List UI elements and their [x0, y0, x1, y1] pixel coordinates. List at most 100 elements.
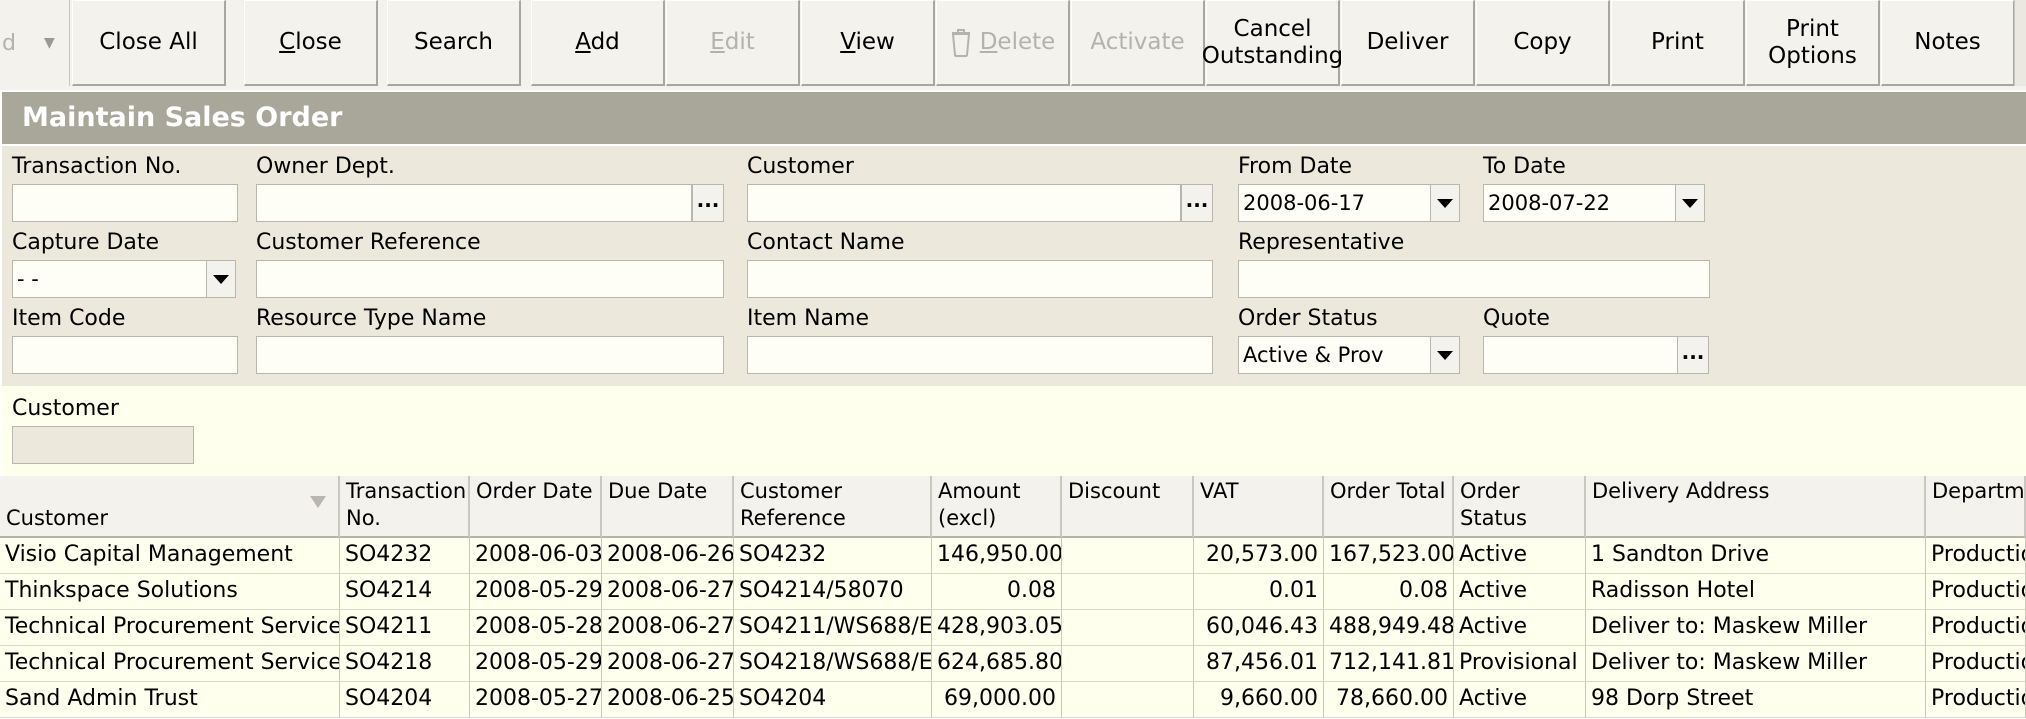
table-row[interactable]: Technical Procurement Services SO4211 20…: [0, 610, 2026, 646]
from-date-label: From Date: [1238, 154, 1353, 179]
activate-button[interactable]: Activate: [1071, 0, 1205, 86]
customer-reference-input[interactable]: [256, 260, 724, 298]
column-header-transaction-no[interactable]: Transaction No.: [340, 476, 470, 538]
cell-delivery-address: Radisson Hotel: [1586, 574, 1926, 610]
cell-department: Productio: [1926, 538, 2026, 574]
transaction-no-input[interactable]: [12, 184, 238, 222]
owner-dept-input[interactable]: [256, 184, 692, 222]
column-header-department[interactable]: Departme: [1926, 476, 2026, 538]
quote-label: Quote: [1483, 306, 1550, 331]
cell-delivery-address: Deliver to: Maskew Miller: [1586, 610, 1926, 646]
chevron-down-icon: [213, 274, 229, 284]
delete-button[interactable]: Delete: [936, 0, 1070, 86]
close-all-button[interactable]: Close All: [72, 0, 226, 86]
column-header-due-date[interactable]: Due Date: [602, 476, 734, 538]
view-button[interactable]: View: [801, 0, 935, 86]
item-code-input[interactable]: [12, 336, 238, 374]
cancel-outstanding-button[interactable]: Cancel Outstanding: [1202, 0, 1343, 86]
order-status-dropdown-button[interactable]: [1430, 336, 1460, 374]
column-header-customer[interactable]: Customer: [0, 476, 340, 538]
transaction-no-label: Transaction No.: [12, 154, 182, 179]
cell-transaction-no: SO4211: [340, 610, 470, 646]
column-header-customer-label: Customer: [6, 506, 109, 530]
customer-input[interactable]: [747, 184, 1181, 222]
search-button[interactable]: Search: [387, 0, 521, 86]
edit-label: Edit: [710, 29, 755, 55]
cell-customer-reference: SO4211/WS688/E: [734, 610, 932, 646]
cell-department: Productio: [1926, 646, 2026, 682]
representative-input[interactable]: [1238, 260, 1710, 298]
column-header-order-date[interactable]: Order Date: [470, 476, 602, 538]
cell-order-total: 78,660.00: [1324, 682, 1454, 718]
view-label: View: [840, 29, 895, 55]
cell-order-status: Active: [1454, 574, 1586, 610]
contact-name-input[interactable]: [747, 260, 1213, 298]
deliver-label: Deliver: [1366, 29, 1449, 55]
representative-label: Representative: [1238, 230, 1405, 255]
cell-amount-excl: 146,950.00: [932, 538, 1062, 574]
cell-vat: 87,456.01: [1194, 646, 1324, 682]
notes-button[interactable]: Notes: [1881, 0, 2015, 86]
cell-transaction-no: SO4204: [340, 682, 470, 718]
cell-customer-reference: SO4218/WS688/E: [734, 646, 932, 682]
capture-date-dropdown-button[interactable]: [206, 260, 236, 298]
order-status-select[interactable]: Active & Prov: [1238, 336, 1432, 374]
cell-amount-excl: 0.08: [932, 574, 1062, 610]
cell-order-total: 167,523.00: [1324, 538, 1454, 574]
column-header-delivery-address[interactable]: Delivery Address: [1586, 476, 1926, 538]
cell-discount: [1062, 610, 1194, 646]
print-button[interactable]: Print: [1611, 0, 1745, 86]
sales-order-grid: Customer Transaction No. Order Date Due …: [0, 476, 2026, 719]
column-header-amount-excl[interactable]: Amount (excl): [932, 476, 1062, 538]
column-header-order-status[interactable]: Order Status: [1454, 476, 1586, 538]
column-header-discount[interactable]: Discount: [1062, 476, 1194, 538]
from-date-dropdown-button[interactable]: [1430, 184, 1460, 222]
cell-transaction-no: SO4214: [340, 574, 470, 610]
cell-delivery-address: Deliver to: Maskew Miller: [1586, 646, 1926, 682]
table-row[interactable]: Thinkspace Solutions SO4214 2008-05-29 2…: [0, 574, 2026, 610]
to-date-dropdown-button[interactable]: [1675, 184, 1705, 222]
print-options-button[interactable]: Print Options: [1746, 0, 1880, 86]
close-button[interactable]: Close: [244, 0, 378, 86]
cell-delivery-address: 1 Sandton Drive: [1586, 538, 1926, 574]
column-header-customer-reference[interactable]: Customer Reference: [734, 476, 932, 538]
resource-type-name-input[interactable]: [256, 336, 724, 374]
cell-order-status: Active: [1454, 538, 1586, 574]
cell-amount-excl: 624,685.80: [932, 646, 1062, 682]
from-date-input[interactable]: 2008-06-17: [1238, 184, 1432, 222]
chevron-down-icon: [1437, 198, 1453, 208]
cell-due-date: 2008-06-26: [602, 538, 734, 574]
toolbar-scrollbar[interactable]: [2014, 0, 2026, 86]
cell-department: Productio: [1926, 682, 2026, 718]
item-name-input[interactable]: [747, 336, 1213, 374]
add-button[interactable]: Add: [531, 0, 665, 86]
table-row[interactable]: Technical Procurement Services SO4218 20…: [0, 646, 2026, 682]
copy-button[interactable]: Copy: [1476, 0, 1610, 86]
owner-dept-lookup-button[interactable]: ...: [692, 184, 724, 222]
customer-summary-label: Customer: [12, 396, 119, 421]
deliver-button[interactable]: Deliver: [1341, 0, 1475, 86]
search-label: Search: [413, 29, 494, 55]
cell-customer: Thinkspace Solutions: [0, 574, 340, 610]
quote-input[interactable]: [1483, 336, 1679, 374]
capture-date-input[interactable]: - -: [12, 260, 208, 298]
toolbar-overflow-dropdown[interactable]: d ▼: [0, 0, 70, 86]
customer-lookup-button[interactable]: ...: [1181, 184, 1213, 222]
customer-summary-field: [12, 426, 194, 464]
table-row[interactable]: Visio Capital Management SO4232 2008-06-…: [0, 538, 2026, 574]
cell-discount: [1062, 682, 1194, 718]
owner-dept-label: Owner Dept.: [256, 154, 395, 179]
to-date-input[interactable]: 2008-07-22: [1483, 184, 1677, 222]
table-row[interactable]: Sand Admin Trust SO4204 2008-05-27 2008-…: [0, 682, 2026, 718]
column-header-order-total[interactable]: Order Total: [1324, 476, 1454, 538]
filter-panel: Transaction No. Owner Dept. ... Customer…: [2, 146, 2026, 386]
cell-customer-reference: SO4204: [734, 682, 932, 718]
capture-date-label: Capture Date: [12, 230, 160, 255]
edit-button[interactable]: Edit: [666, 0, 800, 86]
page-title: Maintain Sales Order: [2, 92, 2026, 144]
quote-lookup-button[interactable]: ...: [1677, 336, 1709, 374]
cell-order-date: 2008-05-29: [470, 574, 602, 610]
print-label: Print: [1651, 29, 1704, 55]
column-header-vat[interactable]: VAT: [1194, 476, 1324, 538]
trash-icon: [951, 28, 970, 57]
